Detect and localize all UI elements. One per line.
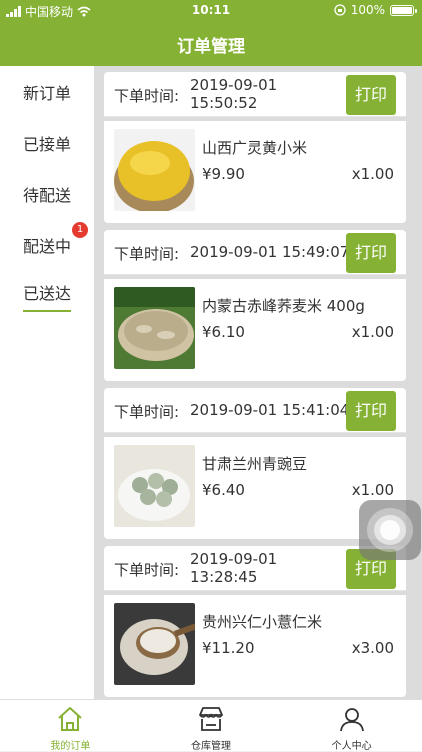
tab-personal-center[interactable]: 个人中心	[281, 700, 422, 752]
order-card: 下单时间: 2019-09-01 13:28:45 打印 贵州兴仁小薏仁米 ¥1…	[104, 546, 406, 697]
order-time-label: 下单时间:	[114, 245, 180, 263]
sidebar-item-label: 待配送	[22, 185, 71, 205]
sidebar-item-label: 已接单	[22, 134, 71, 154]
order-header: 下单时间: 2019-09-01 15:49:07 打印	[104, 230, 406, 275]
order-list[interactable]: 下单时间: 2019-09-01 15:50:52 打印 山西广灵黄小米 ¥9.…	[94, 66, 422, 699]
top-header: 中国移动 10:11 100% 订单管理	[0, 0, 422, 66]
store-icon	[199, 707, 223, 731]
product-quantity: x1.00	[351, 165, 394, 183]
order-time: 2019-09-01 15:49:07	[190, 243, 350, 261]
order-item[interactable]: 内蒙古赤峰荞麦米 400g ¥6.10 x1.00	[104, 279, 406, 381]
product-image-coix	[114, 603, 195, 685]
status-bar: 中国移动 10:11 100%	[0, 0, 422, 22]
sidebar-item-accepted[interactable]: 已接单	[0, 117, 94, 168]
sidebar-item-pending-delivery[interactable]: 待配送	[0, 168, 94, 219]
order-time-label: 下单时间:	[114, 87, 180, 105]
product-name: 内蒙古赤峰荞麦米 400g	[202, 297, 365, 315]
order-card: 下单时间: 2019-09-01 15:49:07 打印 内蒙古赤峰荞麦米 40…	[104, 230, 406, 381]
product-quantity: x3.00	[351, 639, 394, 657]
order-time-date: 2019-09-01	[190, 76, 278, 94]
product-price: ¥11.20	[202, 639, 255, 657]
sidebar-item-label: 已送达	[22, 280, 71, 312]
sidebar-item-label: 配送中	[22, 236, 71, 256]
tab-warehouse[interactable]: 仓库管理	[141, 700, 282, 752]
orientation-lock-icon	[334, 4, 346, 16]
product-quantity: x1.00	[351, 323, 394, 341]
print-button[interactable]: 打印	[346, 75, 396, 115]
order-time-clock: 13:28:45	[190, 568, 258, 586]
assistive-touch-button[interactable]	[359, 500, 421, 560]
sidebar-item-delivering[interactable]: 配送中 1	[0, 219, 94, 270]
page-title: 订单管理	[177, 37, 245, 57]
sidebar-item-new-orders[interactable]: 新订单	[0, 66, 94, 117]
product-quantity: x1.00	[351, 481, 394, 499]
sidebar-item-label: 新订单	[22, 83, 71, 103]
product-image-peas	[114, 445, 195, 527]
product-price: ¥9.90	[202, 165, 245, 183]
order-time: 2019-09-01 15:41:04	[190, 401, 350, 419]
product-image-buckwheat	[114, 287, 195, 369]
product-name: 甘肃兰州青豌豆	[202, 455, 308, 473]
sidebar-item-delivered[interactable]: 已送达	[0, 270, 94, 321]
product-name: 贵州兴仁小薏仁米	[202, 613, 323, 631]
order-time-date: 2019-09-01	[190, 550, 278, 568]
product-image-millet	[114, 129, 195, 211]
order-item[interactable]: 山西广灵黄小米 ¥9.90 x1.00	[104, 121, 406, 223]
home-icon	[58, 707, 83, 731]
order-time-clock: 15:50:52	[190, 94, 258, 112]
print-button[interactable]: 打印	[346, 233, 396, 273]
product-name: 山西广灵黄小米	[202, 139, 308, 157]
order-header: 下单时间: 2019-09-01 15:41:04 打印	[104, 388, 406, 433]
order-header: 下单时间: 2019-09-01 15:50:52 打印	[104, 72, 406, 117]
order-time-label: 下单时间:	[114, 561, 180, 579]
bottom-tab-bar: 我的订单 仓库管理 个人中心	[0, 699, 422, 752]
status-sidebar: 新订单 已接单 待配送 配送中 1 已送达	[0, 66, 94, 699]
product-price: ¥6.40	[202, 481, 245, 499]
tab-my-orders[interactable]: 我的订单	[0, 700, 141, 752]
battery-icon	[390, 4, 417, 16]
print-button[interactable]: 打印	[346, 391, 396, 431]
product-price: ¥6.10	[202, 323, 245, 341]
person-icon	[339, 708, 364, 732]
order-item[interactable]: 贵州兴仁小薏仁米 ¥11.20 x3.00	[104, 595, 406, 697]
count-badge: 1	[72, 222, 88, 238]
order-time-label: 下单时间:	[114, 403, 180, 421]
order-card: 下单时间: 2019-09-01 15:50:52 打印 山西广灵黄小米 ¥9.…	[104, 72, 406, 223]
battery-percent: 100%	[350, 3, 385, 17]
